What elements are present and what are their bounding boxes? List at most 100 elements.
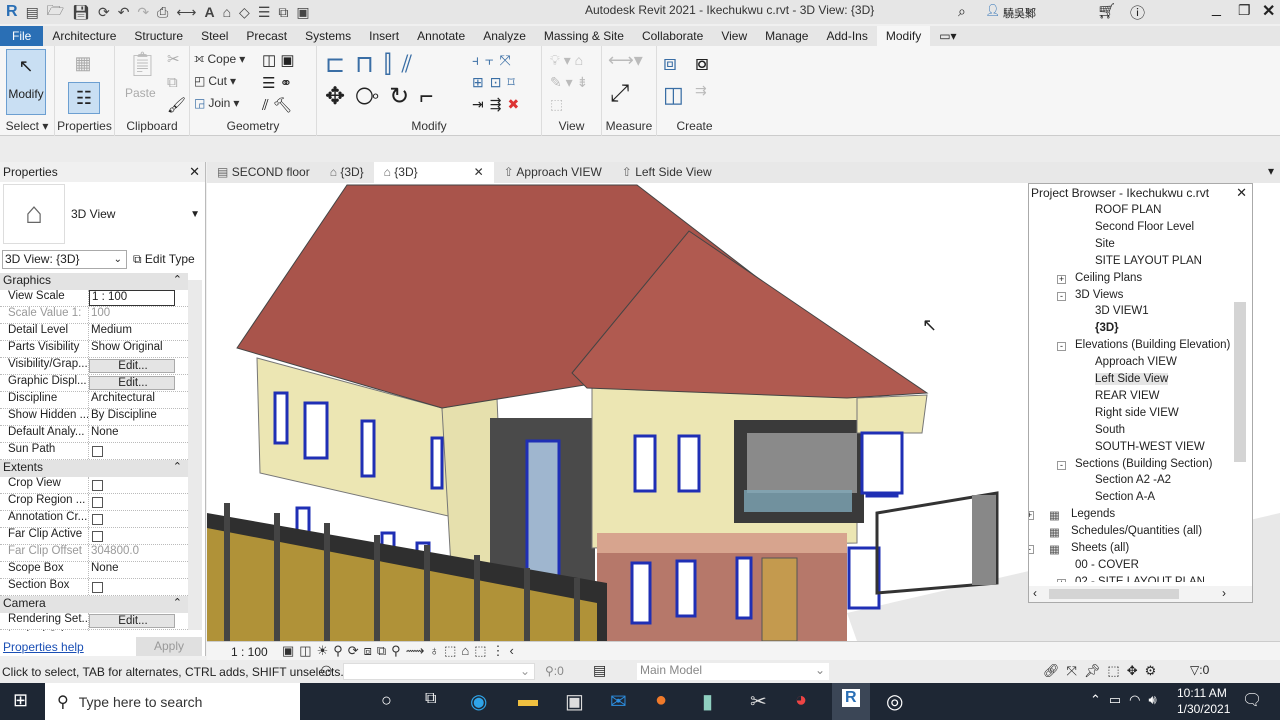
browser-item[interactable]: Sections (Building Section) xyxy=(1075,458,1212,470)
wall-joins-icon[interactable]: ☰ ⚭ xyxy=(262,74,292,92)
scroll-right-icon[interactable]: › xyxy=(1222,586,1226,600)
view-tab[interactable]: ⌂ {3D} ✕ xyxy=(373,162,494,183)
browser-item[interactable]: SITE LAYOUT PLAN xyxy=(1095,255,1202,267)
close-hidden-icon[interactable]: ⧉ xyxy=(278,4,288,21)
close-properties-icon[interactable]: ✕ xyxy=(189,162,200,182)
scroll-left-icon[interactable]: ‹ xyxy=(1033,586,1037,600)
tab-file[interactable]: File xyxy=(0,26,44,46)
revit-logo-icon[interactable]: R xyxy=(6,3,18,21)
select-dropdown[interactable]: Select ▾ xyxy=(0,119,54,133)
view-scale[interactable]: 1 : 100 xyxy=(231,645,268,659)
tab-massing-site[interactable]: Massing & Site xyxy=(535,26,633,46)
property-edit-button[interactable]: Edit... xyxy=(89,359,175,373)
property-value[interactable]: None xyxy=(89,562,175,578)
user-icon[interactable]: 👤︎ xyxy=(985,3,1000,17)
measure-icon[interactable]: ⟷ xyxy=(176,4,196,21)
measure-along-icon[interactable]: ⤢ xyxy=(610,80,629,108)
property-checkbox[interactable] xyxy=(92,531,103,542)
close-browser-icon[interactable]: ✕ xyxy=(1236,184,1247,202)
browser-item[interactable]: Legends xyxy=(1071,508,1115,520)
section-graphics[interactable]: Graphics xyxy=(0,273,188,290)
worksets-icon[interactable]: ⚇ xyxy=(320,663,333,680)
store-icon[interactable]: ▣ xyxy=(565,689,584,714)
expand-toggle-icon[interactable]: - xyxy=(1029,545,1034,554)
expand-toggle-icon[interactable]: + xyxy=(1057,578,1066,582)
type-dropdown-icon[interactable]: ▼ xyxy=(190,209,200,220)
cut-icon[interactable]: ✂ xyxy=(167,50,180,68)
text-icon[interactable]: A xyxy=(204,4,214,20)
section-extents[interactable]: Extents xyxy=(0,460,188,477)
revit-taskbar-button[interactable]: R xyxy=(832,683,870,720)
tab-manage[interactable]: Manage xyxy=(756,26,817,46)
tab-precast[interactable]: Precast xyxy=(237,26,296,46)
close-tab-icon[interactable]: ✕ xyxy=(474,165,484,183)
property-value[interactable]: Show Original xyxy=(89,341,175,357)
browser-item[interactable]: Site xyxy=(1095,238,1115,250)
property-edit-button[interactable]: Edit... xyxy=(89,376,175,390)
copy-icon[interactable]: ⧉ xyxy=(167,74,178,91)
tab-systems[interactable]: Systems xyxy=(296,26,360,46)
property-edit-button[interactable]: Edit... xyxy=(89,614,175,628)
section-camera[interactable]: Camera xyxy=(0,596,188,613)
property-value[interactable]: None xyxy=(89,426,175,442)
cope-button[interactable]: ⟗ Cope ▾ xyxy=(194,51,245,66)
thin-lines-icon[interactable]: ☰ xyxy=(258,4,271,21)
match-type-icon[interactable]: 🖌︎ xyxy=(167,96,186,114)
close-button[interactable]: ✕ xyxy=(1262,1,1275,21)
edit-type-button[interactable]: ⧉ Edit Type xyxy=(133,252,195,267)
tab-annotate[interactable]: Annotate xyxy=(408,26,474,46)
create-assembly-icon[interactable]: ⧈ xyxy=(663,50,677,76)
paint-icon[interactable]: ⫽ 🔨︎ xyxy=(262,96,292,114)
browser-item[interactable]: 02 - SITE LAYOUT PLAN xyxy=(1075,576,1205,582)
browser-item[interactable]: Left Side View xyxy=(1095,373,1169,385)
firefox-icon[interactable]: ● xyxy=(655,689,667,712)
browser-item[interactable]: 3D Views xyxy=(1075,289,1123,301)
view-control-icons[interactable]: ▣◫☀⚲⟳⧈⧉⚲⟿♁⬚⌂⬚⋮‹ xyxy=(282,643,519,659)
property-checkbox[interactable] xyxy=(92,446,103,457)
binoculars-icon[interactable]: ⌕ xyxy=(958,3,966,20)
create-group-icon[interactable]: ◫ xyxy=(663,82,684,108)
properties-scrollbar[interactable] xyxy=(188,280,202,630)
properties-button[interactable]: ☷ xyxy=(68,82,100,114)
modify-button[interactable]: ↖ Modify xyxy=(6,49,46,115)
panel-toggle-icon[interactable]: ▭▾ xyxy=(930,26,965,46)
view-tab[interactable]: ▤ SECOND floor xyxy=(207,162,320,183)
property-input[interactable]: 1 : 100 xyxy=(89,290,175,306)
browser-item[interactable]: Approach VIEW xyxy=(1095,356,1177,368)
file-explorer-icon[interactable]: ▬ xyxy=(518,689,538,712)
create-parts-icon[interactable]: ⧇ xyxy=(695,50,709,76)
undo-icon[interactable]: ↶ xyxy=(118,4,130,21)
switch-windows-icon[interactable]: ▣ xyxy=(296,4,309,21)
browser-item[interactable]: 00 - COVER xyxy=(1075,559,1139,571)
obs-icon[interactable]: ◎ xyxy=(886,689,903,714)
browser-item[interactable]: Schedules/Quantities (all) xyxy=(1071,525,1202,537)
split-face-icon[interactable]: ◫ ▣ xyxy=(262,51,295,69)
recent-files-icon[interactable]: ▤ xyxy=(26,4,39,21)
tab-collaborate[interactable]: Collaborate xyxy=(633,26,712,46)
property-value[interactable]: By Discipline xyxy=(89,409,175,425)
windows-start-icon[interactable]: ⊞ xyxy=(13,690,28,711)
tab-analyze[interactable]: Analyze xyxy=(474,26,535,46)
type-properties-icon[interactable]: ▦ xyxy=(72,52,94,74)
align-offset-mirror-icons[interactable]: ⊏⊓⫿⫽ xyxy=(325,50,422,79)
browser-item[interactable]: Right side VIEW xyxy=(1095,407,1179,419)
tab-insert[interactable]: Insert xyxy=(360,26,408,46)
sync-icon[interactable]: ⟳ xyxy=(98,4,110,21)
property-checkbox[interactable] xyxy=(92,480,103,491)
paste-button[interactable]: Paste xyxy=(125,86,156,100)
tab-modify[interactable]: Modify xyxy=(876,26,931,46)
expand-toggle-icon[interactable]: + xyxy=(1029,511,1034,521)
browser-item[interactable]: Second Floor Level xyxy=(1095,221,1194,233)
expand-toggle-icon[interactable]: - xyxy=(1057,291,1066,301)
chrome-icon[interactable]: ◕ xyxy=(795,689,807,712)
minimize-button[interactable]: _ xyxy=(1212,0,1221,18)
tab-structure[interactable]: Structure xyxy=(125,26,192,46)
property-value[interactable]: 100 xyxy=(89,307,175,323)
mail-icon[interactable]: ✉ xyxy=(610,689,627,714)
join-button[interactable]: ◲ Join ▾ xyxy=(194,96,239,110)
override-icon[interactable]: ✎ ▾ ⇟ xyxy=(550,74,588,91)
task-view-icon[interactable]: ⧉ xyxy=(425,690,436,708)
clock-time[interactable]: 10:11 AM xyxy=(1177,686,1227,700)
pin-delete-icons[interactable]: ⇥⇶✖ xyxy=(472,96,525,113)
viewport-scrollbar[interactable] xyxy=(1264,183,1276,641)
